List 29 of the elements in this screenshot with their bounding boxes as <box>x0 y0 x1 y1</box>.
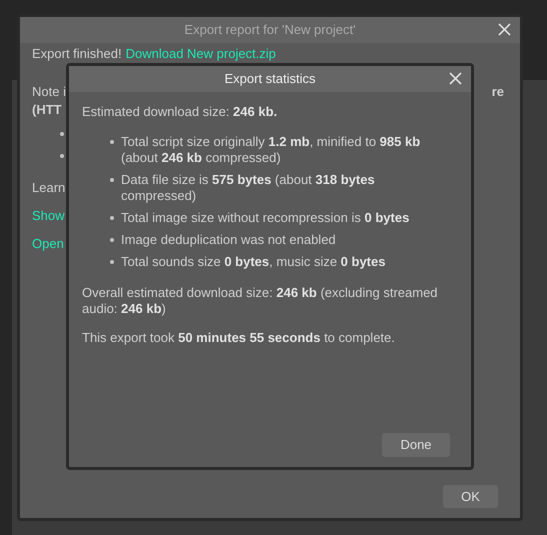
bullet-icon <box>110 260 114 264</box>
note-text: (HTT <box>32 102 62 118</box>
ok-button[interactable]: OK <box>443 485 498 508</box>
statistic-text: Total sounds size 0 bytes, music size 0 bytes <box>121 254 386 270</box>
dialog-title: Export statistics <box>224 70 316 88</box>
bullet-icon <box>110 140 114 144</box>
estimate-text: Estimated download size: 246 kb. <box>82 104 278 120</box>
close-icon[interactable] <box>498 23 511 36</box>
duration-text: This export took 50 minutes 55 seconds to complete. <box>82 330 395 346</box>
download-link[interactable]: Download New project.zip <box>126 46 276 62</box>
learn-text: Learn <box>32 180 66 196</box>
window-title: Export report for 'New project' <box>184 21 356 40</box>
action-link[interactable]: Show <box>32 208 65 224</box>
overall-text: Overall estimated download size: 246 kb (excluding streamed audio: 246 kb) <box>82 285 439 317</box>
status-text: Export finished! <box>32 46 122 62</box>
bullet-icon <box>60 132 64 136</box>
done-button[interactable]: Done <box>382 433 450 457</box>
statistic-text: Image deduplication was not enabled <box>121 232 336 248</box>
note-text: Note i <box>32 84 66 100</box>
action-link[interactable]: Open <box>32 236 64 252</box>
statistic-text: Total script size originally 1.2 mb, minified to 985 kb (about 246 kb compressed) <box>121 134 422 166</box>
close-icon[interactable] <box>449 72 462 85</box>
bullet-icon <box>110 216 114 220</box>
note-text: re <box>492 84 504 100</box>
statistic-text: Total image size without recompression is 0 bytes <box>121 210 410 226</box>
bullet-icon <box>110 238 114 242</box>
bullet-icon <box>60 154 64 158</box>
statistic-text: Data file size is 575 bytes (about 318 bytes compressed) <box>121 172 376 204</box>
bullet-icon <box>110 178 114 182</box>
